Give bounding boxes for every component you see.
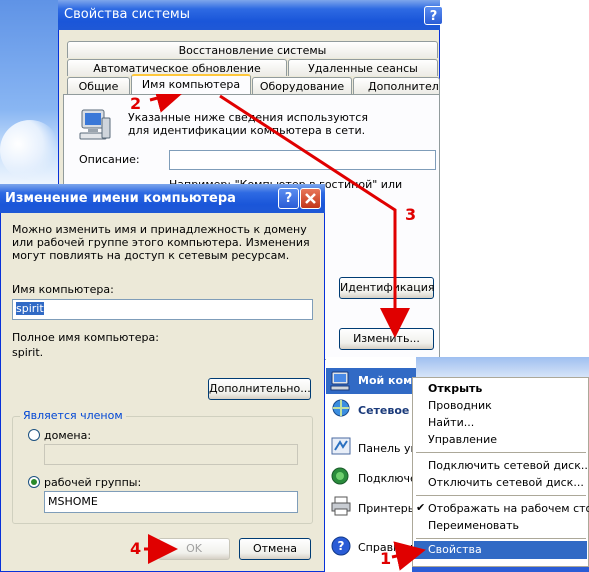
step-3-label: 3: [405, 205, 417, 224]
annotation-arrows: [144, 83, 426, 571]
step-4-label: 4: [130, 539, 142, 558]
arrow-step-3: [219, 94, 410, 338]
step-1-label: 1: [380, 549, 392, 568]
step-2-label: 2: [130, 94, 142, 113]
tab-computer-name[interactable]: Имя компьютера: [131, 74, 251, 94]
arrow-step-1: [391, 541, 426, 571]
